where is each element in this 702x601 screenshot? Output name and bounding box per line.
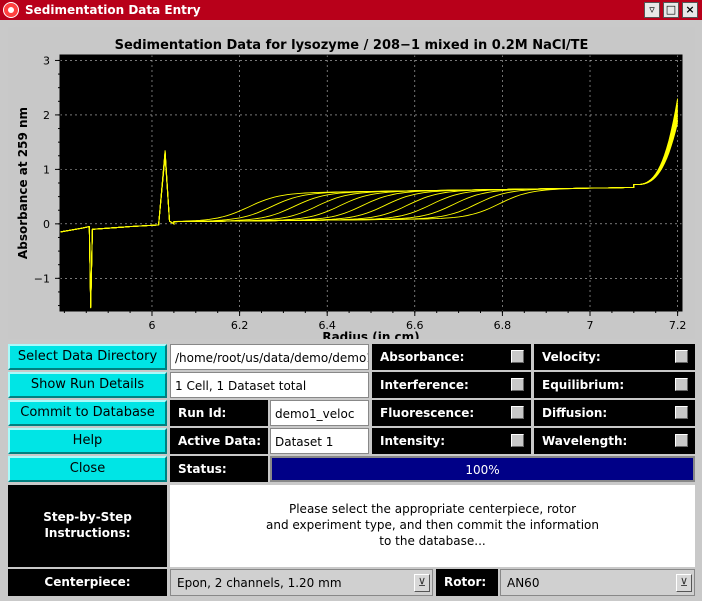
y-tick-label: 0 [43,218,50,231]
run-id-label: Run Id: [170,400,268,426]
x-tick-label: 6.8 [494,319,512,332]
plot-panel: 6 6.2 6.4 6.6 6.8 7 7.2 3 2 1 0 −1 Radius (in cm) Abs… [8,27,695,339]
absorbance-label: Absorbance: [380,350,465,364]
status-progress-track: 100% [270,456,695,482]
y-axis-label: Absorbance at 259 nm [16,107,30,259]
directory-field[interactable]: /home/root/us/data/demo/demo1/ [170,344,369,370]
app-icon[interactable] [3,2,19,18]
rotor-select[interactable]: AN60 ⊻ [500,569,695,596]
show-run-details-button[interactable]: Show Run Details [8,372,167,398]
chart-title: Sedimentation Data for lysozyme / 208−1 … [114,38,589,53]
window-title: Sedimentation Data Entry [25,3,201,17]
x-axis-label: Radius (in cm) [322,330,419,339]
velocity-checkbox[interactable] [675,350,688,363]
equilibrium-label: Equilibrium: [542,378,625,392]
velocity-label: Velocity: [542,350,601,364]
active-data-field[interactable]: Dataset 1 [270,428,369,454]
instructions-label-line1: Step-by-Step [43,510,132,524]
x-tick-label: 6.2 [231,319,249,332]
interference-checkbox[interactable] [511,378,524,391]
plot-area [60,55,682,311]
maximize-icon[interactable]: □ [663,2,679,18]
x-tick-label: 7.2 [669,319,687,332]
velocity-option[interactable]: Velocity: [534,344,695,370]
absorbance-option[interactable]: Absorbance: [372,344,531,370]
intensity-label: Intensity: [380,434,446,448]
run-id-field[interactable]: demo1_veloc [270,400,369,426]
instructions-line1: Please select the appropriate centerpiec… [288,502,576,516]
interference-option[interactable]: Interference: [372,372,531,398]
help-button[interactable]: Help [8,428,167,454]
intensity-checkbox[interactable] [511,434,524,447]
fluorescence-option[interactable]: Fluorescence: [372,400,531,426]
rotor-label: Rotor: [436,569,498,596]
centerpiece-select[interactable]: Epon, 2 channels, 1.20 mm ⊻ [170,569,433,596]
y-tick-label: −1 [34,272,50,285]
wavelength-option[interactable]: Wavelength: [534,428,695,454]
centerpiece-dropdown-icon[interactable]: ⊻ [414,574,430,592]
sedimentation-chart: 6 6.2 6.4 6.6 6.8 7 7.23210−1Radius (in cm)Abs… [16,54,687,339]
absorbance-checkbox[interactable] [511,350,524,363]
y-tick-label: 1 [43,163,50,176]
x-tick-label: 7 [587,319,594,332]
wavelength-checkbox[interactable] [675,434,688,447]
select-data-directory-button[interactable]: Select Data Directory [8,344,167,370]
title-bar: Sedimentation Data Entry ▿ □ × [0,0,702,20]
equilibrium-checkbox[interactable] [675,378,688,391]
instructions-text: Please select the appropriate centerpiec… [170,485,695,567]
x-tick-label: 6 [148,319,155,332]
commit-to-database-button[interactable]: Commit to Database [8,400,167,426]
y-tick-label: 2 [43,109,50,122]
instructions-label: Step-by-Step Instructions: [8,485,167,567]
instructions-label-line2: Instructions: [44,526,131,540]
intensity-option[interactable]: Intensity: [372,428,531,454]
minimize-icon[interactable]: ▿ [644,2,660,18]
equilibrium-option[interactable]: Equilibrium: [534,372,695,398]
close-button[interactable]: Close [8,456,167,482]
close-icon[interactable]: × [682,2,698,18]
status-label: Status: [170,456,268,482]
dataset-total-field: 1 Cell, 1 Dataset total [170,372,369,398]
centerpiece-label: Centerpiece: [8,569,167,596]
diffusion-option[interactable]: Diffusion: [534,400,695,426]
wavelength-label: Wavelength: [542,434,628,448]
diffusion-label: Diffusion: [542,406,608,420]
centerpiece-value: Epon, 2 channels, 1.20 mm [177,576,342,590]
active-data-label: Active Data: [170,428,268,454]
diffusion-checkbox[interactable] [675,406,688,419]
instructions-line2: and experiment type, and then commit the… [265,518,599,532]
status-progress-bar: 100% [271,457,694,481]
fluorescence-checkbox[interactable] [511,406,524,419]
rotor-dropdown-icon[interactable]: ⊻ [676,574,692,592]
instructions-line3: to the database... [379,534,486,548]
fluorescence-label: Fluorescence: [380,406,475,420]
y-tick-label: 3 [43,54,50,67]
interference-label: Interference: [380,378,469,392]
rotor-value: AN60 [507,576,540,590]
